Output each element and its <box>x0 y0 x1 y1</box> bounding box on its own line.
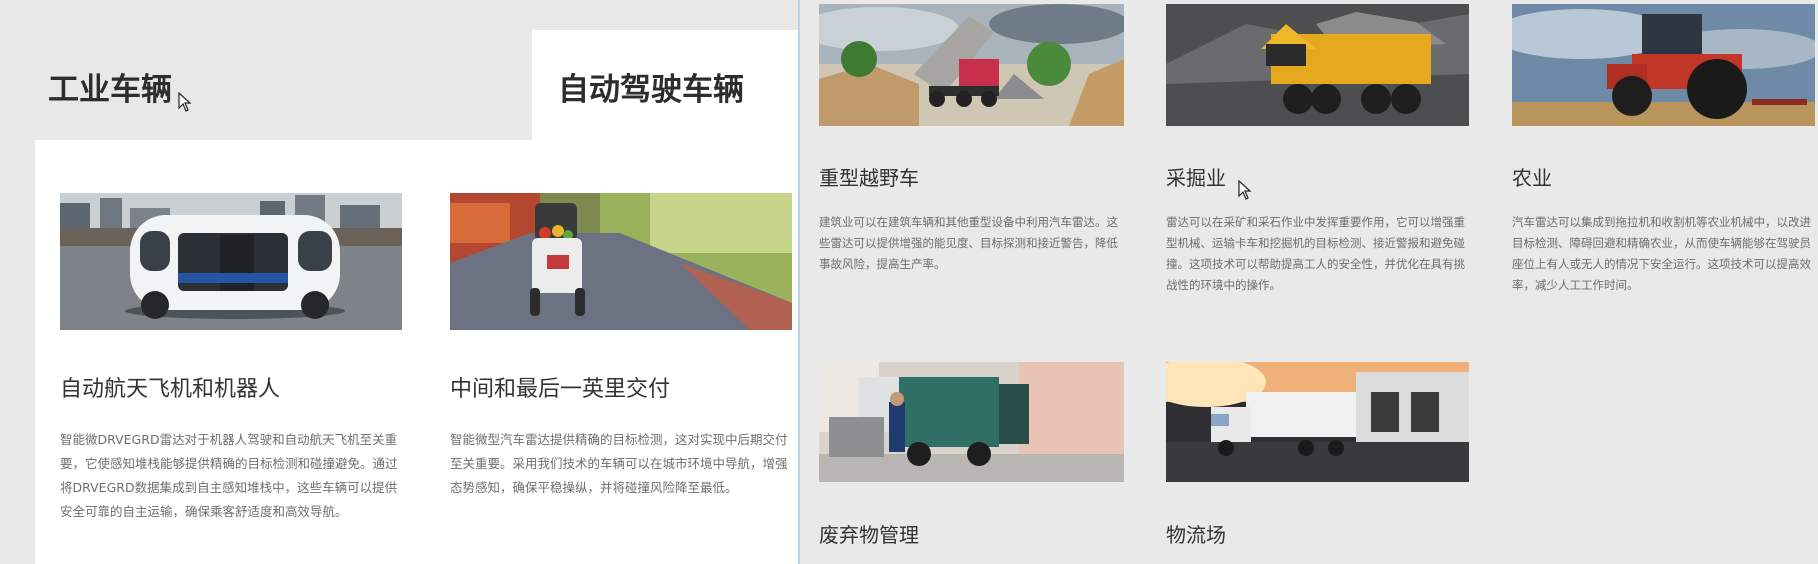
card-desc-shuttle-robot: 智能微DRVEGRD雷达对于机器人驾驶和自动航天飞机至关重要，它使感知堆栈能够提… <box>60 432 398 519</box>
card-desc-mining: 雷达可以在采矿和采石作业中发挥重要作用，它可以增强重型机械、运输卡车和挖掘机的目… <box>1166 215 1465 292</box>
card-title-shuttle-robot: 自动航天飞机和机器人 <box>60 377 281 402</box>
card-title-heavy-offroad: 重型越野车 <box>819 166 919 190</box>
card-title-agriculture: 农业 <box>1512 166 1552 190</box>
garbage-truck-image <box>819 362 1124 482</box>
card-title-mining: 采掘业 <box>1166 166 1226 190</box>
tractor-image <box>1512 4 1815 126</box>
card-title-waste-management: 废弃物管理 <box>819 523 919 547</box>
delivery-robot-image <box>450 193 792 330</box>
autonomous-shuttle-image <box>60 193 402 330</box>
mouse-cursor-icon <box>178 92 192 112</box>
tab-industrial-vehicles[interactable]: 工业车辆 <box>48 72 172 108</box>
mining-truck-image <box>1166 4 1469 126</box>
card-title-logistics-yard: 物流场 <box>1166 523 1226 547</box>
card-desc-last-mile: 智能微型汽车雷达提供精确的目标检测，这对实现中后期交付至关重要。采用我们技术的车… <box>450 432 788 495</box>
tab-autonomous-vehicles[interactable]: 自动驾驶车辆 <box>558 72 744 108</box>
card-desc-agriculture: 汽车雷达可以集成到拖拉机和收割机等农业机械中，以改进目标检测、障碍回避和精确农业… <box>1512 215 1811 292</box>
logistics-truck-image <box>1166 362 1469 482</box>
dump-truck-image <box>819 4 1124 126</box>
card-title-last-mile: 中间和最后一英里交付 <box>450 377 671 402</box>
mouse-cursor-icon <box>1238 180 1252 200</box>
card-desc-heavy-offroad: 建筑业可以在建筑车辆和其他重型设备中利用汽车雷达。这些雷达可以提供增强的能见度、… <box>819 215 1118 271</box>
panel-divider <box>798 0 800 564</box>
